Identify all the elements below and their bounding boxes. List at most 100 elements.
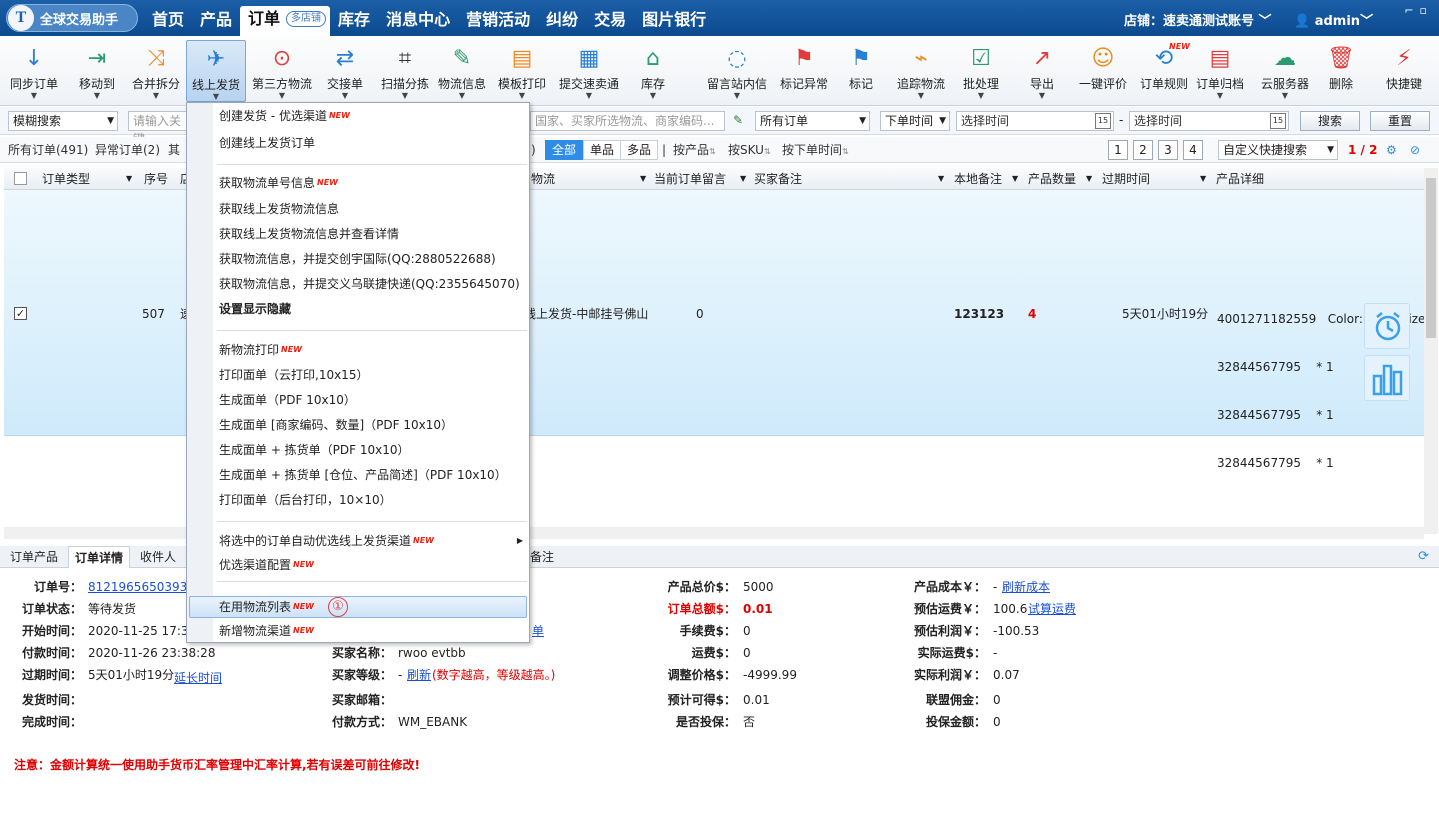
toolbar-exchange-button[interactable]: ⇄ 交接单 ▼: [320, 40, 370, 102]
time-to-input[interactable]: 选择时间 15: [1129, 111, 1289, 131]
menu-item-3[interactable]: 获取物流单号信息 NEW: [219, 174, 338, 192]
tab-abnormal-orders[interactable]: 异常订单(2): [95, 141, 160, 159]
tab-order-products[interactable]: 订单产品: [4, 546, 64, 568]
nav-product[interactable]: 产品: [192, 0, 240, 36]
toolbar-export-button[interactable]: ↗ 导出 ▼: [1016, 40, 1068, 102]
sort-by-sku[interactable]: 按SKU⇅: [728, 141, 771, 161]
search-mode-select[interactable]: 模糊搜索 ▼: [8, 111, 118, 131]
toolbar-download-button[interactable]: ↓ 同步订单 ▼: [4, 40, 64, 102]
menu-item-12[interactable]: 生成面单 [商家编码、数量]（PDF 10x10）: [219, 416, 453, 434]
nav-marketing[interactable]: 营销活动: [458, 0, 538, 36]
store-selector[interactable]: 店铺：速卖通测试账号 ﹀: [1124, 10, 1272, 29]
refresh-cost-link[interactable]: 刷新成本: [1002, 579, 1050, 595]
menu-item-18[interactable]: 在用物流列表 NEW: [219, 598, 314, 616]
toolbar-trash-button[interactable]: 🗑 删除: [1318, 40, 1364, 102]
refresh-icon[interactable]: ⟳: [1418, 549, 1429, 564]
col-menu-icon[interactable]: ▼: [938, 171, 944, 187]
toolbar-shuffle-button[interactable]: ⤨ 合并拆分 ▼: [128, 40, 184, 102]
grid-settings-icon[interactable]: ⚙: [1386, 141, 1397, 159]
toolbar-printer-button[interactable]: ▤ 模板打印 ▼: [494, 40, 550, 102]
alarm-clock-button[interactable]: [1364, 303, 1410, 349]
col-logistics[interactable]: 物流: [531, 171, 555, 187]
nav-inventory[interactable]: 库存: [330, 0, 378, 36]
scroll-thumb[interactable]: [1426, 178, 1436, 338]
toolbar-blue-flag-button[interactable]: ⚑ 标记: [836, 40, 886, 102]
toolbar-document-button[interactable]: ▦ 提交速卖通 ▼: [554, 40, 624, 102]
search-button[interactable]: 搜索: [1300, 111, 1360, 131]
menu-item-19[interactable]: 新增物流渠道 NEW: [219, 622, 314, 640]
col-menu-icon[interactable]: ▼: [126, 171, 132, 187]
calc-ship-link[interactable]: 试算运费: [1028, 601, 1076, 617]
reset-button[interactable]: 重置: [1370, 111, 1430, 131]
toolbar-pen-button[interactable]: ✎ 物流信息 ▼: [434, 40, 490, 102]
col-order-type[interactable]: 订单类型: [42, 171, 90, 187]
sort-by-product[interactable]: 按产品⇅: [673, 141, 716, 161]
col-message[interactable]: 当前订单留言: [654, 171, 726, 187]
col-seq[interactable]: 序号: [144, 171, 168, 187]
toolbar-batch-button[interactable]: ☑ 批处理 ▼: [952, 40, 1010, 102]
toolbar-chat-button[interactable]: ◌ 留言站内信 ▼: [704, 40, 770, 102]
menu-item-10[interactable]: 打印面单（云打印,10x15）: [219, 366, 368, 384]
page-3[interactable]: 3: [1158, 140, 1178, 160]
nav-disputes[interactable]: 纠纷: [538, 0, 586, 36]
menu-item-9[interactable]: 新物流打印 NEW: [219, 341, 302, 359]
menu-item-17[interactable]: 优选渠道配置 NEW: [219, 556, 314, 574]
select-all-checkbox[interactable]: [14, 172, 27, 185]
menu-item-2[interactable]: 创建线上发货订单: [219, 134, 315, 152]
col-local-note[interactable]: 本地备注: [954, 171, 1002, 187]
menu-item-16[interactable]: 将选中的订单自动优选线上发货渠道 NEW: [219, 532, 434, 550]
time-type-select[interactable]: 下单时间 ▼: [880, 111, 950, 131]
multi-store-badge[interactable]: 多店铺: [286, 11, 327, 27]
toolbar-move-button[interactable]: ⇥ 移动到 ▼: [70, 40, 124, 102]
page-1[interactable]: 1: [1108, 140, 1128, 160]
page-2[interactable]: 2: [1133, 140, 1153, 160]
menu-item-5[interactable]: 获取线上发货物流信息并查看详情: [219, 225, 399, 243]
user-menu[interactable]: 👤 admin﹀: [1294, 10, 1373, 29]
toolbar-compass-button[interactable]: ⊙ 第三方物流 ▼: [248, 40, 316, 102]
nav-order[interactable]: 订单 多店铺: [240, 6, 331, 36]
toolbar-cloud-button[interactable]: ☁ 云服务器 ▼: [1252, 40, 1318, 102]
recipient-link[interactable]: 单: [532, 623, 544, 639]
quick-search-select[interactable]: 自定义快捷搜索 ▼: [1218, 140, 1338, 160]
col-buyer-note[interactable]: 买家备注: [754, 171, 802, 187]
filter-multi[interactable]: 多品: [620, 140, 659, 160]
tab-order-details[interactable]: 订单详情: [68, 546, 131, 568]
col-qty[interactable]: 产品数量: [1028, 171, 1076, 187]
refresh-level-link[interactable]: 刷新: [407, 667, 431, 683]
stats-chart-button[interactable]: [1364, 355, 1410, 401]
minimize-icon[interactable]: ⌐: [1404, 4, 1419, 17]
nav-messages[interactable]: 消息中心: [378, 0, 458, 36]
nav-trade[interactable]: 交易: [586, 0, 634, 36]
nav-image-bank[interactable]: 图片银行: [634, 0, 714, 36]
col-menu-icon[interactable]: ▼: [640, 171, 646, 187]
extend-time-link[interactable]: 延长时间: [174, 670, 222, 686]
hide-eye-icon[interactable]: ⊘: [1410, 141, 1420, 159]
col-expire[interactable]: 过期时间: [1102, 171, 1150, 187]
order-no-link[interactable]: 81219656503930: [88, 579, 186, 595]
tab-other-orders[interactable]: 其: [168, 141, 180, 159]
toolbar-red-flag-button[interactable]: ⚑ 标记异常: [774, 40, 834, 102]
menu-item-1[interactable]: 创建发货 - 优选渠道 NEW: [219, 107, 350, 125]
col-menu-icon[interactable]: ▼: [1086, 171, 1092, 187]
calendar-icon[interactable]: 15: [1270, 113, 1286, 129]
row-checkbox[interactable]: ✓: [14, 307, 27, 320]
time-from-input[interactable]: 选择时间 15: [956, 111, 1114, 131]
menu-item-7[interactable]: 获取物流信息，并提交义乌联捷快递(QQ:2355645070): [219, 275, 520, 293]
keyword-secondary-input[interactable]: 国家、买家所选物流、商家编码...: [530, 111, 725, 131]
toolbar-rule-button[interactable]: ⟲ 订单规则 NEW: [1134, 40, 1194, 102]
menu-item-14[interactable]: 生成面单 + 拣货单 [仓位、产品简述]（PDF 10x10）: [219, 466, 507, 484]
menu-item-6[interactable]: 获取物流信息，并提交创宇国际(QQ:2880522688): [219, 250, 496, 268]
menu-item-15[interactable]: 打印面单（后台打印，10×10）: [219, 491, 392, 509]
toolbar-track-button[interactable]: ⌁ 追踪物流 ▼: [890, 40, 952, 102]
tab-all-orders[interactable]: 所有订单(491): [8, 141, 88, 159]
toolbar-bolt-button[interactable]: ⚡ 快捷键: [1374, 40, 1434, 102]
calendar-icon[interactable]: 15: [1095, 113, 1111, 129]
nav-home[interactable]: 首页: [144, 0, 192, 36]
filter-single[interactable]: 单品: [583, 140, 622, 160]
toolbar-plane-button[interactable]: ✈ 线上发货 ▼: [186, 40, 246, 102]
sort-by-time[interactable]: 按下单时间⇅: [782, 141, 849, 161]
toolbar-scan-button[interactable]: ⌗ 扫描分拣 ▼: [378, 40, 432, 102]
toolbar-archive-button[interactable]: ▤ 订单归档 ▼: [1190, 40, 1250, 102]
col-menu-icon[interactable]: ▼: [740, 171, 746, 187]
menu-item-8[interactable]: 设置显示隐藏: [219, 300, 291, 318]
